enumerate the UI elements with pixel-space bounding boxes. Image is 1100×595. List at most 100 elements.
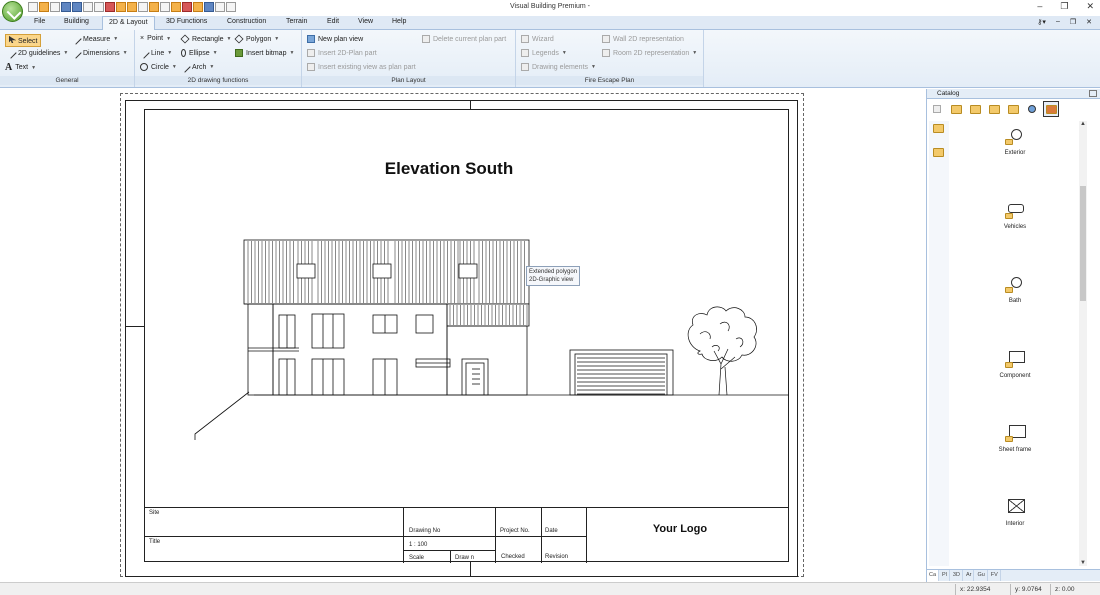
wizard-icon [521, 35, 529, 43]
catalog-item-interior[interactable]: Interior [957, 498, 1073, 527]
measure-button[interactable]: Measure ▼ [70, 33, 118, 45]
pin-icon[interactable] [1089, 90, 1097, 97]
catalog-item-vehicles[interactable]: Vehicles [957, 201, 1073, 230]
drawing-canvas[interactable]: Elevation South Extended polygon 2D-Grap… [0, 89, 925, 582]
measure-label: Measure [83, 35, 111, 43]
close-icon[interactable]: ✕ [1086, 1, 1094, 12]
polygon-button[interactable]: Polygon ▼ [234, 34, 279, 44]
dimensions-button[interactable]: Dimensions ▼ [70, 47, 128, 59]
bath-icon [1005, 275, 1025, 295]
catalog-item-bath[interactable]: Bath [957, 275, 1073, 304]
tab-3d[interactable]: 3D [951, 570, 963, 581]
drawing-elements-button[interactable]: Drawing elements ▼ [521, 63, 596, 71]
tb-scale-label: Scale [409, 555, 425, 561]
legends-button[interactable]: Legends ▼ [521, 49, 567, 57]
restore-icon[interactable]: ❐ [1060, 1, 1068, 12]
app-menu-button[interactable] [2, 1, 23, 22]
catalog-panel: Catalog Exterior Vehicles Bath Component… [926, 89, 1100, 582]
tab-edit[interactable]: Edit [327, 18, 339, 25]
point-button[interactable]: × Point ▼ [140, 35, 171, 42]
catalog-tool-active[interactable] [1043, 101, 1059, 117]
catalog-globe-icon[interactable] [1024, 101, 1040, 117]
catalog-tool-3[interactable] [986, 101, 1002, 117]
guideline-icon [5, 47, 17, 59]
tab-catalog[interactable]: Ca [927, 570, 940, 581]
insert-existing-view-button[interactable]: Insert existing view as plan part [307, 63, 416, 71]
minimize-icon[interactable]: – [1037, 1, 1042, 12]
dormer-window-right [458, 263, 478, 279]
tab-plan[interactable]: Pl [940, 570, 950, 581]
ribbon-minimize-icon[interactable]: – [1056, 18, 1060, 26]
tab-fv[interactable]: FV [989, 570, 1001, 581]
app-window: Visual Building Premium - – ❐ ✕ File Bui… [0, 0, 1100, 595]
new-plan-view-icon [307, 35, 315, 43]
wizard-button[interactable]: Wizard [521, 35, 554, 43]
status-x: x: 22.9354 [960, 586, 991, 593]
delete-plan-part-button[interactable]: Delete current plan part [422, 35, 506, 43]
select-button[interactable]: Select [5, 34, 42, 47]
circle-button[interactable]: Circle ▼ [140, 63, 177, 71]
legends-label: Legends [532, 49, 559, 57]
drawing-elements-icon [521, 63, 529, 71]
garage-door [574, 353, 668, 396]
ribbon-restore-icon[interactable]: ❐ [1070, 18, 1076, 26]
help-key-icon[interactable]: ⚷▾ [1037, 18, 1046, 26]
ellipse-button[interactable]: Ellipse ▼ [181, 49, 218, 57]
tab-3d-functions[interactable]: 3D Functions [166, 18, 207, 25]
ribbon-group-2d-drawing: × Point ▼ Rectangle ▼ Polygon ▼ Line ▼ Ellip… [135, 30, 302, 87]
catalog-item-label: Sheet frame [998, 447, 1032, 453]
text-icon: A [5, 62, 13, 73]
guidelines-button[interactable]: 2D guidelines ▼ [5, 47, 68, 59]
ribbon-close-icon[interactable]: ✕ [1086, 18, 1092, 26]
delete-plan-part-label: Delete current plan part [433, 35, 507, 43]
arch-button[interactable]: Arch ▼ [179, 61, 214, 73]
rectangle-button[interactable]: Rectangle ▼ [180, 34, 231, 44]
dimensions-icon [70, 47, 82, 59]
tab-file[interactable]: File [34, 18, 45, 25]
scroll-up-icon[interactable]: ▲ [1079, 121, 1087, 127]
folder-icon[interactable] [933, 148, 944, 157]
tab-2d-layout[interactable]: 2D & Layout [102, 16, 155, 31]
folder-icon[interactable] [933, 124, 944, 133]
ribbon-group-plan-layout: New plan view Delete current plan part I… [302, 30, 516, 87]
scroll-thumb[interactable] [1080, 186, 1086, 301]
insert-existing-view-label: Insert existing view as plan part [318, 63, 416, 71]
tab-ar[interactable]: Ar [964, 570, 975, 581]
point-label: Point [147, 35, 164, 42]
tab-view[interactable]: View [358, 18, 373, 25]
tab-building[interactable]: Building [64, 18, 89, 25]
tb-logo: Your Logo [652, 523, 708, 535]
catalog-item-exterior[interactable]: Exterior [957, 127, 1073, 156]
text-button[interactable]: A Text ▼ [5, 62, 36, 73]
catalog-title: Catalog [937, 90, 960, 97]
main-wall [272, 303, 448, 396]
scroll-down-icon[interactable]: ▼ [1079, 560, 1087, 566]
rectangle-icon [180, 34, 190, 44]
wall-2d-button[interactable]: Wall 2D representation [602, 35, 684, 43]
tab-terrain[interactable]: Terrain [286, 18, 307, 25]
catalog-item-component[interactable]: Component [957, 350, 1073, 379]
catalog-tool-4[interactable] [1005, 101, 1021, 117]
circle-icon [140, 63, 148, 71]
line-button[interactable]: Line ▼ [138, 47, 172, 59]
insert-2d-plan-part-button[interactable]: Insert 2D-Plan part [307, 49, 377, 57]
insert-bitmap-button[interactable]: Insert bitmap ▼ [235, 49, 294, 57]
rectangle-label: Rectangle [192, 35, 224, 43]
tab-help[interactable]: Help [392, 18, 406, 25]
room-2d-button[interactable]: Room 2D representation ▼ [602, 49, 697, 57]
status-bar: x: 22.9354 y: 9.0764 z: 0.00 [0, 582, 1100, 595]
catalog-up-icon[interactable] [929, 101, 945, 117]
tb-drawn-label: Draw n [455, 555, 475, 561]
catalog-tool-2[interactable] [967, 101, 983, 117]
catalog-tool-1[interactable] [948, 101, 964, 117]
tab-construction[interactable]: Construction [227, 18, 266, 25]
catalog-item-label: Exterior [1004, 150, 1026, 156]
dormer-window-left [296, 263, 316, 279]
catalog-scrollbar[interactable]: ▲ ▼ [1079, 121, 1087, 566]
new-plan-view-button[interactable]: New plan view [307, 35, 363, 43]
catalog-item-sheet-frame[interactable]: Sheet frame [957, 424, 1073, 453]
polygon-label: Polygon [246, 35, 272, 43]
tab-gu[interactable]: Gu [975, 570, 988, 581]
exterior-icon [1005, 127, 1025, 147]
arch-label: Arch [192, 63, 207, 71]
